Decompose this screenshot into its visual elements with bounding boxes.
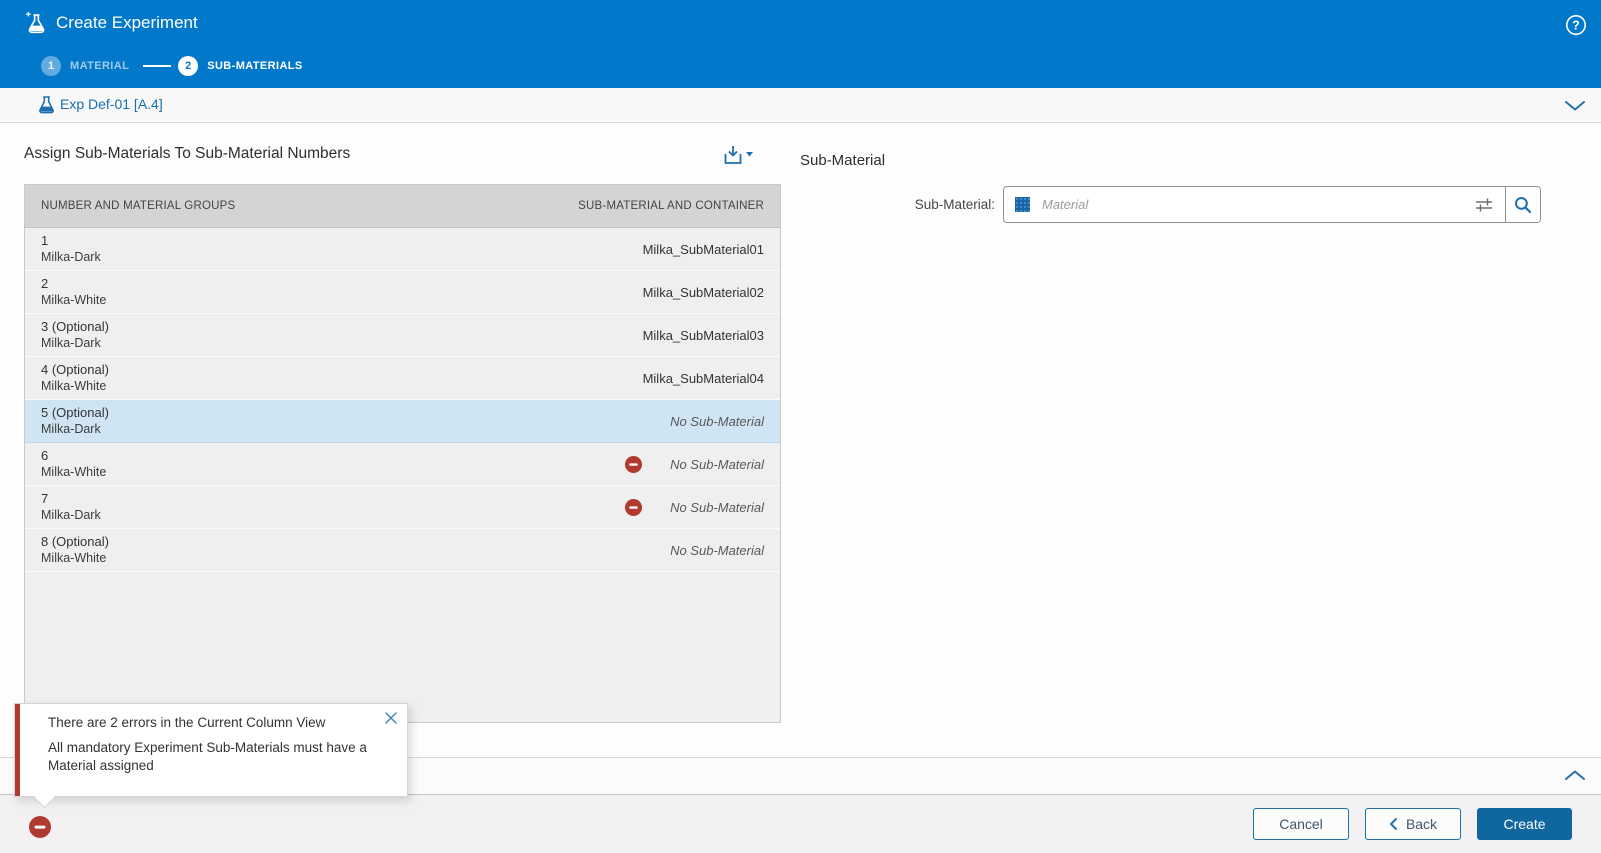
row-number-and-group: 6Milka-White xyxy=(41,447,625,481)
row-number-and-group: 5 (Optional)Milka-Dark xyxy=(41,404,670,438)
magnifier-icon[interactable] xyxy=(1506,187,1540,222)
row-material-group: Milka-White xyxy=(41,292,643,309)
error-icon xyxy=(625,456,642,473)
row-submaterial-value: No Sub-Material xyxy=(670,414,764,429)
step-label: SUB-MATERIALS xyxy=(207,60,302,72)
row-submaterial-value: Milka_SubMaterial04 xyxy=(643,371,764,386)
column-header-submaterial-container: SUB-MATERIAL AND CONTAINER xyxy=(578,200,764,212)
row-submaterial-cell: Milka_SubMaterial03 xyxy=(643,328,764,343)
step-connector-line xyxy=(143,65,171,67)
back-button-label: Back xyxy=(1406,816,1437,832)
row-number: 7 xyxy=(41,490,625,508)
table-header-row: NUMBER AND MATERIAL GROUPS SUB-MATERIAL … xyxy=(25,185,780,228)
row-submaterial-cell: No Sub-Material xyxy=(670,414,764,429)
row-material-group: Milka-White xyxy=(41,550,670,567)
assign-submaterials-heading: Assign Sub-Materials To Sub-Material Num… xyxy=(24,145,350,163)
chevron-left-icon xyxy=(1389,817,1398,831)
experiment-definition-label: Exp Def-01 [A.4] xyxy=(60,96,163,112)
row-submaterial-value: Milka_SubMaterial02 xyxy=(643,285,764,300)
row-number-and-group: 7Milka-Dark xyxy=(41,490,625,524)
row-number: 2 xyxy=(41,275,643,293)
row-number: 4 (Optional) xyxy=(41,361,643,379)
download-tray-icon[interactable] xyxy=(716,140,760,170)
svg-text:?: ? xyxy=(1572,18,1580,32)
submaterial-field-label: Sub-Material: xyxy=(875,197,995,212)
row-submaterial-cell: Milka_SubMaterial01 xyxy=(643,242,764,257)
cancel-button[interactable]: Cancel xyxy=(1253,808,1349,840)
submaterial-assignment-table: NUMBER AND MATERIAL GROUPS SUB-MATERIAL … xyxy=(24,184,781,723)
advanced-filter-icon[interactable] xyxy=(1463,187,1505,222)
cancel-button-label: Cancel xyxy=(1279,816,1323,832)
column-header-number-groups: NUMBER AND MATERIAL GROUPS xyxy=(41,200,235,212)
row-submaterial-value: Milka_SubMaterial03 xyxy=(643,328,764,343)
row-number: 3 (Optional) xyxy=(41,318,643,336)
row-number-and-group: 2Milka-White xyxy=(41,275,643,309)
row-number-and-group: 8 (Optional)Milka-White xyxy=(41,533,670,567)
row-submaterial-cell: Milka_SubMaterial02 xyxy=(643,285,764,300)
row-material-group: Milka-Dark xyxy=(41,335,643,352)
question-mark-icon[interactable]: ? xyxy=(1565,14,1587,36)
row-submaterial-value: No Sub-Material xyxy=(670,543,764,558)
row-number: 5 (Optional) xyxy=(41,404,670,422)
table-row[interactable]: 3 (Optional)Milka-DarkMilka_SubMaterial0… xyxy=(25,314,780,357)
step-label: MATERIAL xyxy=(70,60,129,72)
page-title: Create Experiment xyxy=(56,13,198,33)
step-sub-materials[interactable]: 2 SUB-MATERIALS xyxy=(178,56,302,76)
step-material[interactable]: 1 MATERIAL xyxy=(41,56,129,76)
table-row[interactable]: 7Milka-Dark No Sub-Material xyxy=(25,486,780,529)
submaterial-lookup-field xyxy=(1003,186,1541,223)
table-row[interactable]: 1Milka-DarkMilka_SubMaterial01 xyxy=(25,228,780,271)
submaterial-panel-heading: Sub-Material xyxy=(800,152,885,169)
table-row[interactable]: 2Milka-WhiteMilka_SubMaterial02 xyxy=(25,271,780,314)
row-submaterial-value: No Sub-Material xyxy=(670,500,764,515)
create-button[interactable]: Create xyxy=(1477,808,1572,840)
close-x-icon[interactable] xyxy=(384,711,398,725)
row-submaterial-cell: No Sub-Material xyxy=(625,499,764,516)
row-material-group: Milka-Dark xyxy=(41,507,625,524)
row-material-group: Milka-White xyxy=(41,464,625,481)
step-number-badge: 1 xyxy=(41,56,61,76)
step-number-badge: 2 xyxy=(178,56,198,76)
experiment-definition-bar[interactable]: Exp Def-01 [A.4] xyxy=(0,88,1601,123)
error-popup-title: There are 2 errors in the Current Column… xyxy=(48,715,381,730)
blocked-minus-icon[interactable] xyxy=(29,816,51,838)
material-square-icon xyxy=(1015,197,1030,212)
row-number: 6 xyxy=(41,447,625,465)
table-body: 1Milka-DarkMilka_SubMaterial012Milka-Whi… xyxy=(25,228,780,722)
table-row[interactable]: 8 (Optional)Milka-WhiteNo Sub-Material xyxy=(25,529,780,572)
row-number-and-group: 1Milka-Dark xyxy=(41,232,643,266)
chevron-down-icon[interactable] xyxy=(1564,100,1586,112)
row-material-group: Milka-Dark xyxy=(41,249,643,266)
row-material-group: Milka-Dark xyxy=(41,421,670,438)
table-row[interactable]: 6Milka-White No Sub-Material xyxy=(25,443,780,486)
row-number: 8 (Optional) xyxy=(41,533,670,551)
footer-action-bar: Cancel Back Create xyxy=(0,794,1601,853)
flask-plus-icon xyxy=(24,11,47,35)
row-submaterial-value: No Sub-Material xyxy=(670,457,764,472)
chevron-up-icon[interactable] xyxy=(1564,769,1586,781)
error-popup: There are 2 errors in the Current Column… xyxy=(14,703,408,797)
row-material-group: Milka-White xyxy=(41,378,643,395)
table-row[interactable]: 4 (Optional)Milka-WhiteMilka_SubMaterial… xyxy=(25,357,780,400)
row-submaterial-value: Milka_SubMaterial01 xyxy=(643,242,764,257)
row-submaterial-cell: Milka_SubMaterial04 xyxy=(643,371,764,386)
table-row[interactable]: 5 (Optional)Milka-DarkNo Sub-Material xyxy=(25,400,780,443)
row-number-and-group: 3 (Optional)Milka-Dark xyxy=(41,318,643,352)
row-number: 1 xyxy=(41,232,643,250)
submaterial-search-input[interactable] xyxy=(1042,187,1463,222)
row-submaterial-cell: No Sub-Material xyxy=(670,543,764,558)
wizard-steps: 1 MATERIAL 2 SUB-MATERIALS xyxy=(41,56,303,76)
header-bar: Create Experiment ? 1 MATERIAL 2 SUB-MAT… xyxy=(0,0,1601,88)
error-icon xyxy=(625,499,642,516)
flask-icon xyxy=(38,96,55,115)
error-popup-message: All mandatory Experiment Sub-Materials m… xyxy=(48,739,381,774)
row-number-and-group: 4 (Optional)Milka-White xyxy=(41,361,643,395)
row-submaterial-cell: No Sub-Material xyxy=(625,456,764,473)
create-button-label: Create xyxy=(1503,816,1545,832)
back-button[interactable]: Back xyxy=(1365,808,1461,840)
